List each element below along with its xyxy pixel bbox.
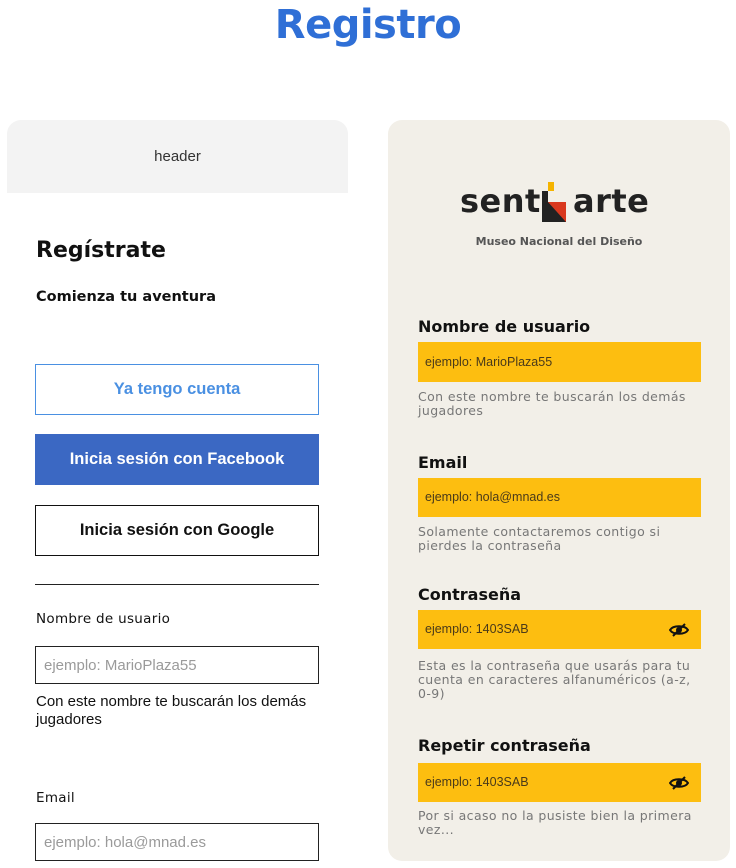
username-label: Nombre de usuario	[36, 611, 171, 627]
email-input[interactable]	[35, 823, 319, 861]
email-placeholder: ejemplo: hola@mnad.es	[425, 490, 560, 504]
page-title: Registro	[274, 2, 462, 48]
divider	[35, 584, 319, 585]
password-help: Esta es la contraseña que usarás para tu…	[418, 658, 691, 701]
google-login-button[interactable]: Inicia sesión con Google	[35, 505, 319, 556]
logo-text-right: arte	[573, 182, 650, 220]
email-input-styled[interactable]: ejemplo: hola@mnad.es	[418, 478, 701, 517]
username-input-styled[interactable]: ejemplo: MarioPlaza55	[418, 342, 701, 382]
password-placeholder: ejemplo: 1403SAB	[425, 622, 529, 636]
right-panel: sent arte Museo Nacional del Diseño Nomb…	[388, 120, 730, 861]
repeat-password-label: Repetir contraseña	[418, 736, 591, 755]
eye-icon[interactable]	[669, 775, 689, 791]
register-heading: Regístrate	[36, 238, 166, 263]
username-help: Con este nombre te buscarán los demás ju…	[36, 693, 307, 728]
username-help-styled: Con este nombre te buscarán los demás ju…	[418, 389, 686, 418]
facebook-login-button[interactable]: Inicia sesión con Facebook	[35, 434, 319, 485]
logo-mark-icon	[542, 182, 566, 222]
username-placeholder: ejemplo: MarioPlaza55	[425, 355, 553, 369]
logo-text-left: sent	[460, 182, 541, 220]
repeat-password-placeholder: ejemplo: 1403SAB	[425, 775, 529, 789]
register-subheading: Comienza tu aventura	[36, 289, 216, 305]
repeat-password-help: Por si acaso no la pusiste bien la prime…	[418, 808, 692, 837]
email-help-styled: Solamente contactaremos contigo si pierd…	[418, 524, 661, 553]
username-label-styled: Nombre de usuario	[418, 317, 591, 336]
password-input[interactable]: ejemplo: 1403SAB	[418, 610, 701, 649]
logo-caption: Museo Nacional del Diseño	[475, 235, 643, 248]
email-label: Email	[36, 790, 75, 806]
eye-icon[interactable]	[669, 622, 689, 638]
have-account-button[interactable]: Ya tengo cuenta	[35, 364, 319, 415]
header-placeholder: header	[7, 120, 348, 193]
email-label-styled: Email	[418, 453, 468, 472]
senarte-logo: sent arte	[460, 178, 660, 224]
left-panel: header Regístrate Comienza tu aventura Y…	[7, 120, 348, 868]
repeat-password-input[interactable]: ejemplo: 1403SAB	[418, 763, 701, 802]
username-input[interactable]	[35, 646, 319, 684]
password-label: Contraseña	[418, 585, 522, 604]
